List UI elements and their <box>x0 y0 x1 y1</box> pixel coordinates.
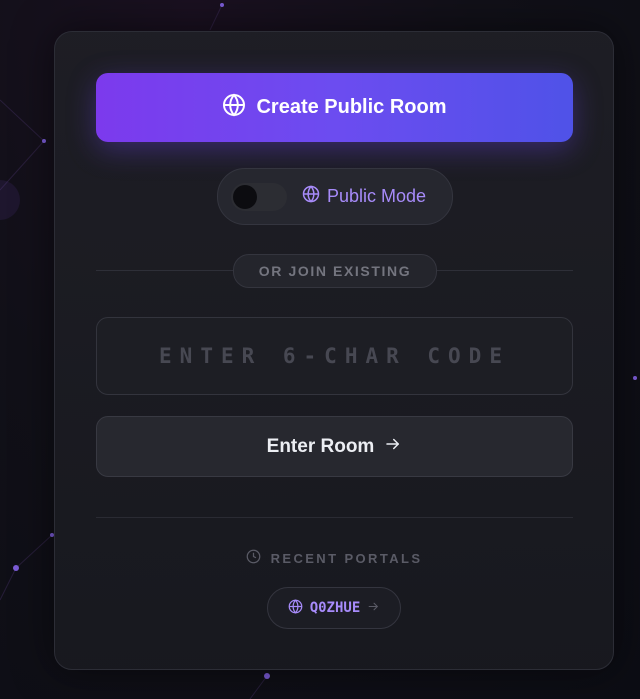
public-mode-label-group: Public Mode <box>302 169 426 224</box>
recent-portals-heading: RECENT PORTALS <box>55 548 613 568</box>
create-public-room-button[interactable]: Create Public Room <box>96 73 573 142</box>
room-card: Create Public Room Public Mode OR JOIN E… <box>54 31 614 670</box>
enter-room-label: Enter Room <box>266 435 375 457</box>
globe-icon <box>302 185 320 208</box>
room-code-input[interactable] <box>96 317 573 395</box>
public-mode-toggle-pill: Public Mode <box>217 168 453 225</box>
recent-portal-code: Q0ZHUE <box>309 600 361 616</box>
arrow-right-icon <box>367 600 380 617</box>
globe-icon <box>288 598 303 618</box>
create-button-label: Create Public Room <box>256 96 447 118</box>
toggle-knob <box>233 185 257 209</box>
public-mode-label: Public Mode <box>327 186 427 206</box>
divider-line <box>96 517 573 518</box>
recent-portal-chip[interactable]: Q0ZHUE <box>267 587 401 629</box>
public-mode-toggle[interactable] <box>231 183 287 211</box>
recent-portals-label: RECENT PORTALS <box>270 550 423 566</box>
enter-room-button[interactable]: Enter Room <box>96 416 573 477</box>
globe-icon <box>222 92 246 123</box>
clock-icon <box>246 549 261 567</box>
arrow-right-icon <box>384 435 402 459</box>
or-join-existing-label: OR JOIN EXISTING <box>233 254 437 288</box>
